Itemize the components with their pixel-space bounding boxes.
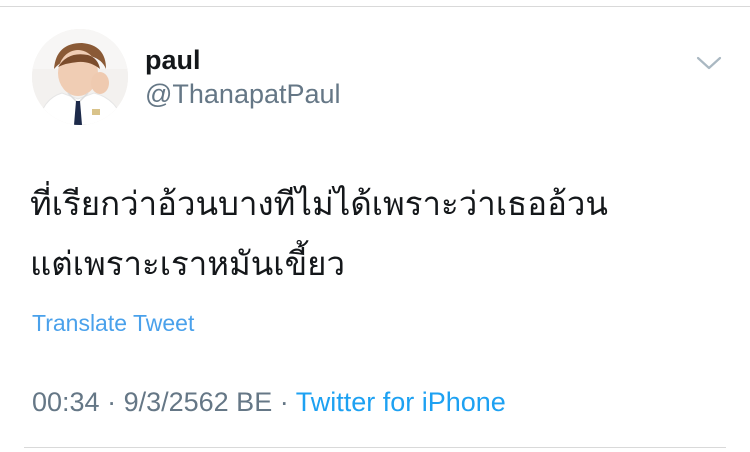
meta-separator: · xyxy=(272,387,296,417)
meta-separator: · xyxy=(99,387,124,417)
profile-photo-icon xyxy=(32,29,128,125)
translate-tweet-link[interactable]: Translate Tweet xyxy=(32,309,194,337)
tweet-date: 9/3/2562 BE xyxy=(123,387,273,417)
tweet-metadata: 00:34 · 9/3/2562 BE · Twitter for iPhone xyxy=(32,385,506,419)
author-display-name[interactable]: paul xyxy=(145,44,201,76)
tweet-time: 00:34 xyxy=(32,387,100,417)
bottom-divider xyxy=(24,447,726,448)
author-handle[interactable]: @ThanapatPaul xyxy=(145,78,341,110)
tweet-text-line: ที่เรียกว่าอ้วนบางทีไม่ได้เพราะว่าเธออ้ว… xyxy=(30,184,608,223)
tweet-source-link[interactable]: Twitter for iPhone xyxy=(296,387,506,417)
chevron-down-icon[interactable] xyxy=(694,52,724,74)
tweet-text: ที่เรียกว่าอ้วนบางทีไม่ได้เพราะว่าเธออ้ว… xyxy=(30,174,742,294)
tweet-text-line: แต่เพราะเราหมันเขี้ยว xyxy=(30,244,346,283)
top-divider xyxy=(0,6,750,7)
avatar[interactable] xyxy=(32,29,128,125)
